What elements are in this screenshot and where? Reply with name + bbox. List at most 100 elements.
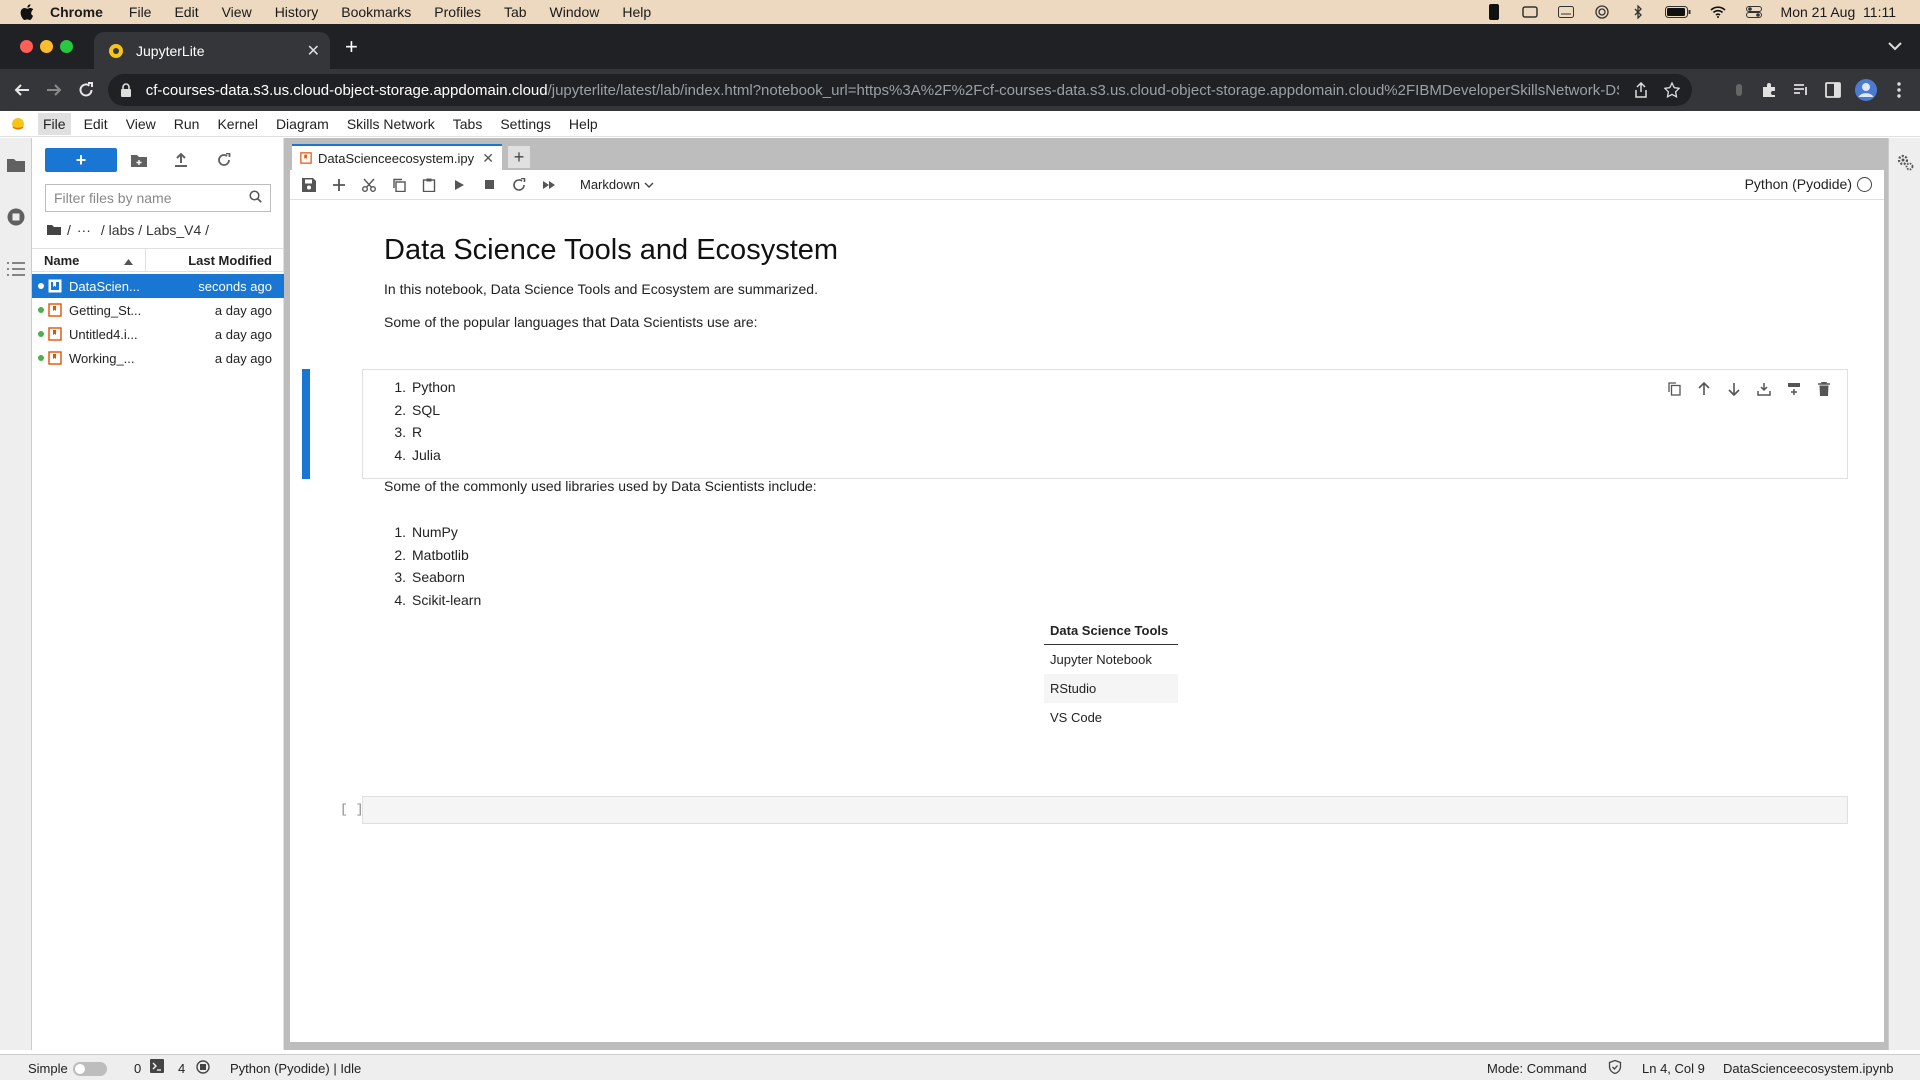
site-info-icon[interactable] <box>120 82 136 98</box>
file-row[interactable]: Untitled4.i... a day ago <box>32 322 284 346</box>
save-icon[interactable] <box>298 174 320 196</box>
kernel-icon[interactable] <box>196 1060 210 1077</box>
kernel-status[interactable]: Python (Pyodide) | Idle <box>230 1061 361 1076</box>
close-tab-icon[interactable]: ✕ <box>307 41 320 61</box>
mac-menu-bookmarks[interactable]: Bookmarks <box>341 4 411 20</box>
back-arrow-icon[interactable] <box>12 80 32 100</box>
close-window-button[interactable] <box>20 40 33 53</box>
tray-fingerprint-icon[interactable] <box>1593 5 1611 19</box>
new-tab-button[interactable]: + <box>345 36 358 58</box>
insert-above-icon[interactable] <box>1785 380 1803 398</box>
clock[interactable]: Mon 21 Aug 11:11 <box>1781 4 1896 20</box>
name-column-header[interactable]: Name <box>32 249 146 271</box>
new-folder-icon[interactable] <box>130 151 148 169</box>
notebook-content[interactable]: Data Science Tools and Ecosystem In this… <box>290 201 1884 1042</box>
active-markdown-cell[interactable] <box>362 369 1848 479</box>
file-row[interactable]: DataScien... seconds ago <box>32 274 284 298</box>
running-kernels-icon[interactable] <box>7 208 25 226</box>
tray-keyboard-icon[interactable] <box>1557 5 1575 19</box>
cursor-position[interactable]: Ln 4, Col 9 <box>1642 1061 1705 1076</box>
close-tab-icon[interactable]: ✕ <box>482 150 494 167</box>
battery-icon[interactable] <box>1664 5 1691 19</box>
breadcrumb-ellipsis[interactable]: ··· <box>77 222 91 238</box>
cell-type-select[interactable]: Markdown <box>580 177 654 192</box>
filter-files-input[interactable] <box>54 190 249 206</box>
minimize-window-button[interactable] <box>40 40 53 53</box>
zoom-window-button[interactable] <box>60 40 73 53</box>
trusted-shield-icon[interactable] <box>1608 1059 1622 1077</box>
breadcrumb-path[interactable]: / labs / Labs_V4 / <box>101 222 209 238</box>
cut-icon[interactable] <box>358 174 380 196</box>
tray-cloud-icon[interactable] <box>1521 5 1539 19</box>
restart-icon[interactable] <box>508 174 530 196</box>
mac-menu-history[interactable]: History <box>275 4 319 20</box>
mac-menu-help[interactable]: Help <box>622 4 651 20</box>
mac-menu-tab[interactable]: Tab <box>504 4 527 20</box>
file-row[interactable]: Working_... a day ago <box>32 346 284 370</box>
empty-code-cell[interactable] <box>362 796 1848 824</box>
side-panel-icon[interactable] <box>1824 81 1842 99</box>
bluetooth-icon[interactable] <box>1629 5 1647 19</box>
delete-cell-icon[interactable] <box>1815 380 1833 398</box>
refresh-icon[interactable] <box>215 151 233 169</box>
mac-menu-profiles[interactable]: Profiles <box>434 4 481 20</box>
jupyter-menu-kernel[interactable]: Kernel <box>212 113 262 135</box>
file-row[interactable]: Getting_St... a day ago <box>32 298 284 322</box>
table-of-contents-icon[interactable] <box>7 260 25 278</box>
tab-search-chevron-icon[interactable] <box>1888 38 1902 55</box>
upload-icon[interactable] <box>172 151 190 169</box>
jupyter-menu-edit[interactable]: Edit <box>79 113 113 135</box>
move-up-icon[interactable] <box>1695 380 1713 398</box>
run-all-icon[interactable] <box>538 174 560 196</box>
duplicate-cell-icon[interactable] <box>1665 380 1683 398</box>
bookmark-star-icon[interactable] <box>1664 82 1682 98</box>
terminal-icon[interactable] <box>150 1059 164 1076</box>
paste-icon[interactable] <box>418 174 440 196</box>
share-icon[interactable] <box>1633 82 1651 98</box>
wifi-icon[interactable] <box>1709 5 1727 19</box>
mac-menu-view[interactable]: View <box>222 4 252 20</box>
jupyter-menu-run[interactable]: Run <box>169 113 205 135</box>
new-launcher-button[interactable]: + <box>45 148 117 172</box>
jupyter-menu-settings[interactable]: Settings <box>495 113 556 135</box>
stop-icon[interactable] <box>478 174 500 196</box>
insert-below-icon[interactable] <box>1755 380 1773 398</box>
mac-menu-edit[interactable]: Edit <box>174 4 198 20</box>
profile-avatar-icon[interactable] <box>1855 79 1877 101</box>
terminal-count[interactable]: 0 <box>134 1061 141 1076</box>
notebook-tab[interactable]: DataScienceecosystem.ipy ✕ <box>292 144 502 170</box>
mac-menu-file[interactable]: File <box>129 4 152 20</box>
jupyter-menu-file[interactable]: File <box>38 112 71 135</box>
mac-menu-chrome[interactable]: Chrome <box>50 4 103 20</box>
forward-arrow-icon[interactable] <box>44 80 64 100</box>
folder-icon[interactable] <box>7 156 25 174</box>
jupyter-menu-view[interactable]: View <box>121 113 161 135</box>
run-icon[interactable] <box>448 174 470 196</box>
breadcrumb-root[interactable]: / <box>67 222 71 238</box>
reading-list-icon[interactable] <box>1792 81 1810 99</box>
property-inspector-gear-icon[interactable] <box>1896 153 1914 171</box>
move-down-icon[interactable] <box>1725 380 1743 398</box>
add-tab-button[interactable]: + <box>508 146 530 168</box>
jupyter-menu-help[interactable]: Help <box>564 113 603 135</box>
browser-tab[interactable]: JupyterLite ✕ <box>94 32 330 69</box>
control-center-icon[interactable] <box>1745 5 1763 19</box>
last-modified-column-header[interactable]: Last Modified <box>146 253 284 268</box>
kernel-name-button[interactable]: Python (Pyodide) <box>1745 176 1852 192</box>
jupyter-menu-diagram[interactable]: Diagram <box>271 113 334 135</box>
mac-menu-window[interactable]: Window <box>550 4 600 20</box>
chrome-menu-icon[interactable] <box>1890 81 1908 99</box>
tray-app-icon[interactable] <box>1485 4 1503 20</box>
simple-mode-toggle[interactable] <box>73 1062 107 1076</box>
reload-icon[interactable] <box>76 80 96 100</box>
address-bar[interactable]: cf-courses-data.s3.us.cloud-object-stora… <box>108 74 1692 106</box>
kernel-count[interactable]: 4 <box>178 1061 185 1076</box>
apple-icon[interactable] <box>20 3 38 21</box>
extensions-puzzle-icon[interactable] <box>1760 81 1778 99</box>
home-folder-icon[interactable] <box>47 222 61 238</box>
copy-icon[interactable] <box>388 174 410 196</box>
jupyter-menu-tabs[interactable]: Tabs <box>448 113 488 135</box>
extension-badge-icon[interactable] <box>1730 81 1748 99</box>
notebook-mode[interactable]: Mode: Command <box>1487 1061 1587 1076</box>
insert-cell-icon[interactable] <box>328 174 350 196</box>
